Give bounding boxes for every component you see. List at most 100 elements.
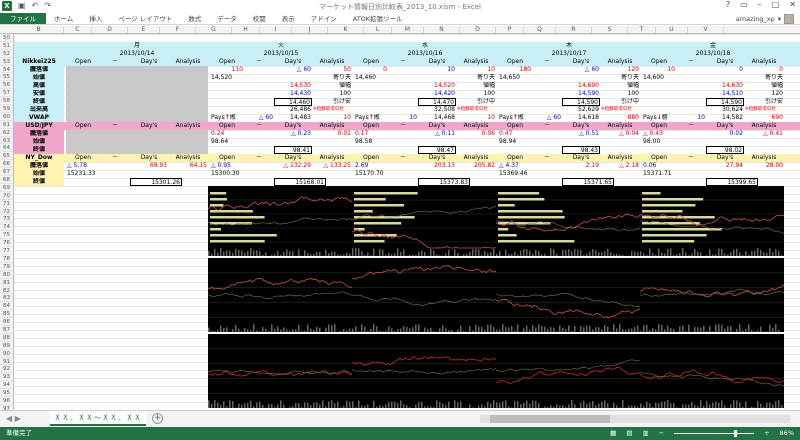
row-header[interactable]: 56 xyxy=(0,81,13,90)
row-header[interactable]: 54 xyxy=(0,66,13,74)
add-sheet-icon[interactable]: + xyxy=(152,413,163,424)
row-header[interactable]: 86 xyxy=(0,318,13,326)
row-header[interactable]: 64 xyxy=(0,144,13,153)
column-header[interactable]: R xyxy=(556,26,592,33)
row-header[interactable]: 65 xyxy=(0,152,13,161)
row-header[interactable]: 84 xyxy=(0,302,13,311)
tab-formulas[interactable]: 数式 xyxy=(180,13,209,24)
row-header[interactable]: 71 xyxy=(0,200,13,208)
close-icon[interactable]: ✕ xyxy=(789,0,796,9)
row-header[interactable]: 78 xyxy=(0,255,13,263)
column-header[interactable]: M xyxy=(392,26,424,33)
row-header[interactable]: 90 xyxy=(0,350,13,358)
zoom-level[interactable]: 86% xyxy=(780,427,794,440)
tab-home[interactable]: ホーム xyxy=(46,13,81,24)
row-header[interactable]: 51 xyxy=(0,42,13,50)
minimize-icon[interactable]: – xyxy=(758,0,762,9)
worksheet-grid[interactable]: 月 2013/10/14 火 2013/10/15 水 2013/10/16 木… xyxy=(14,34,800,410)
row-header[interactable]: 96 xyxy=(0,397,13,405)
volume-bar xyxy=(316,251,318,256)
row-header[interactable]: 55 xyxy=(0,73,13,82)
row-header[interactable]: 61 xyxy=(0,121,13,129)
tab-page-layout[interactable]: ページ レイアウト xyxy=(110,13,180,24)
column-header[interactable]: D xyxy=(92,26,128,33)
tab-data[interactable]: データ xyxy=(209,13,245,24)
column-header[interactable]: U xyxy=(656,26,688,33)
row-header[interactable]: 74 xyxy=(0,223,13,232)
row-header[interactable]: 93 xyxy=(0,373,13,382)
row-header[interactable]: 73 xyxy=(0,215,13,224)
sheet-tab[interactable]: ＸＸ．ＸＸ～ＸＸ．ＸＸ xyxy=(50,411,146,426)
row-header[interactable]: 83 xyxy=(0,294,13,303)
zoom-in-icon[interactable]: + xyxy=(764,427,769,440)
row-header[interactable]: 79 xyxy=(0,263,13,271)
row-header[interactable]: 95 xyxy=(0,389,13,397)
row-header[interactable]: 52 xyxy=(0,50,13,58)
column-header[interactable]: I xyxy=(260,26,292,33)
maximize-icon[interactable]: □ xyxy=(772,0,780,9)
row-header[interactable]: 81 xyxy=(0,279,13,287)
row-header[interactable]: 77 xyxy=(0,247,13,255)
row-header[interactable]: 68 xyxy=(0,176,13,184)
row-header[interactable]: 53 xyxy=(0,58,13,66)
tab-addins[interactable]: アドイン xyxy=(303,13,345,24)
row-header[interactable]: 57 xyxy=(0,89,13,98)
row-header[interactable]: 63 xyxy=(0,137,13,145)
row-header[interactable]: 69 xyxy=(0,184,13,192)
page-break-icon[interactable]: ▥ xyxy=(642,427,648,440)
tab-review[interactable]: 校閲 xyxy=(245,13,274,24)
column-header[interactable]: J xyxy=(292,26,328,33)
row-header[interactable]: 66 xyxy=(0,160,13,169)
column-header[interactable]: T xyxy=(628,26,656,33)
row-header[interactable]: 58 xyxy=(0,97,13,106)
row-header[interactable]: 60 xyxy=(0,113,13,121)
row-header[interactable]: 89 xyxy=(0,342,13,350)
column-header[interactable]: V xyxy=(688,26,724,33)
sheet-nav-arrows-icon[interactable]: ◀ ▶ xyxy=(6,414,21,423)
scrollbar-thumb[interactable] xyxy=(490,415,610,423)
row-header[interactable]: 91 xyxy=(0,358,13,366)
column-header[interactable]: S xyxy=(592,26,628,33)
column-header[interactable]: H xyxy=(232,26,260,33)
zoom-out-icon[interactable]: − xyxy=(659,427,664,440)
row-header[interactable]: 80 xyxy=(0,271,13,279)
column-header[interactable]: B xyxy=(14,26,64,33)
column-header[interactable]: C xyxy=(64,26,92,33)
column-header[interactable]: F xyxy=(160,26,196,33)
zoom-slider-thumb[interactable] xyxy=(734,430,738,437)
row-header[interactable]: 72 xyxy=(0,208,13,216)
row-header[interactable]: 92 xyxy=(0,365,13,374)
help-icon[interactable]: ? xyxy=(726,0,730,9)
column-header[interactable]: Q xyxy=(524,26,556,33)
row-header[interactable]: 88 xyxy=(0,334,13,342)
page-layout-icon[interactable]: ▤ xyxy=(626,427,632,440)
column-header[interactable]: L xyxy=(364,26,392,33)
column-header[interactable]: K xyxy=(328,26,364,33)
zoom-slider[interactable] xyxy=(674,430,755,437)
row-header[interactable]: 85 xyxy=(0,310,13,319)
tab-atok[interactable]: ATOK拡張ツール xyxy=(345,13,411,24)
row-header[interactable]: 75 xyxy=(0,231,13,240)
row-header[interactable]: 70 xyxy=(0,192,13,200)
row-header[interactable]: 94 xyxy=(0,381,13,390)
volume-bar xyxy=(433,331,435,332)
normal-view-icon[interactable]: ▦ xyxy=(610,427,616,440)
row-header[interactable]: 82 xyxy=(0,287,13,295)
row-header[interactable]: 62 xyxy=(0,129,13,137)
row-header[interactable]: 50 xyxy=(0,34,13,42)
column-header[interactable]: N xyxy=(424,26,460,33)
row-header[interactable]: 87 xyxy=(0,326,13,334)
column-header[interactable]: P xyxy=(496,26,524,33)
row-header[interactable]: 59 xyxy=(0,105,13,113)
tab-file[interactable]: ファイル xyxy=(0,13,46,24)
row-header[interactable]: 76 xyxy=(0,239,13,248)
row-header[interactable]: 67 xyxy=(0,168,13,177)
horizontal-scrollbar[interactable] xyxy=(480,415,790,423)
tab-view[interactable]: 表示 xyxy=(274,13,303,24)
tab-insert[interactable]: 挿入 xyxy=(81,13,110,24)
column-header[interactable]: G xyxy=(196,26,232,33)
user-account[interactable]: amazing_xp ▾ xyxy=(736,13,794,25)
column-header[interactable]: E xyxy=(128,26,160,33)
column-header[interactable]: O xyxy=(460,26,496,33)
ribbon-display-icon[interactable]: ▭ xyxy=(740,0,748,9)
